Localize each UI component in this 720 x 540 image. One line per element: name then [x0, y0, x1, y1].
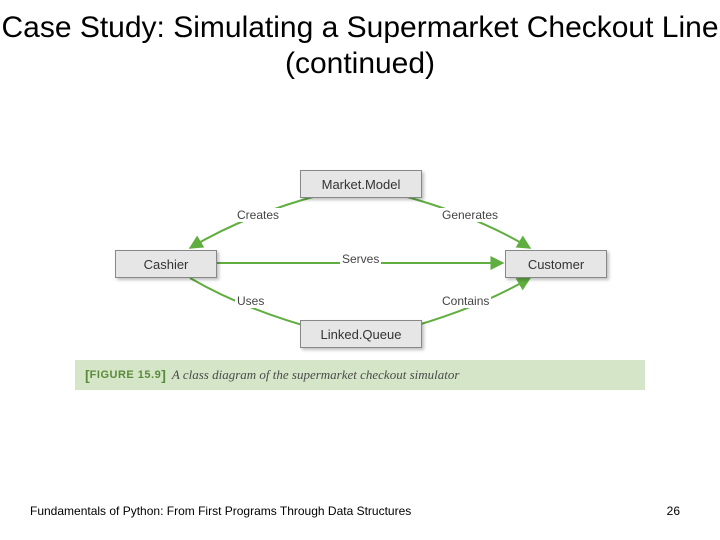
figure-caption-strip: [ FIGURE 15.9 ] A class diagram of the s… [75, 360, 645, 390]
edge-label-creates: Creates [235, 208, 281, 222]
class-diagram: Market.Model Cashier Customer Linked.Que… [75, 160, 645, 390]
bracket-close-icon: ] [161, 367, 166, 383]
slide: Case Study: Simulating a Supermarket Che… [0, 0, 720, 540]
node-customer: Customer [505, 250, 607, 278]
node-linked-queue: Linked.Queue [300, 320, 422, 348]
footer-page-number: 26 [667, 504, 680, 518]
figure-label: FIGURE 15.9 [90, 369, 162, 381]
node-market-model: Market.Model [300, 170, 422, 198]
edge-label-serves: Serves [340, 252, 381, 266]
edge-label-contains: Contains [440, 294, 491, 308]
footer-book-title: Fundamentals of Python: From First Progr… [30, 504, 411, 518]
edge-label-generates: Generates [440, 208, 500, 222]
node-cashier: Cashier [115, 250, 217, 278]
slide-title: Case Study: Simulating a Supermarket Che… [0, 10, 720, 82]
figure-caption: A class diagram of the supermarket check… [172, 367, 460, 383]
edge-label-uses: Uses [235, 294, 266, 308]
